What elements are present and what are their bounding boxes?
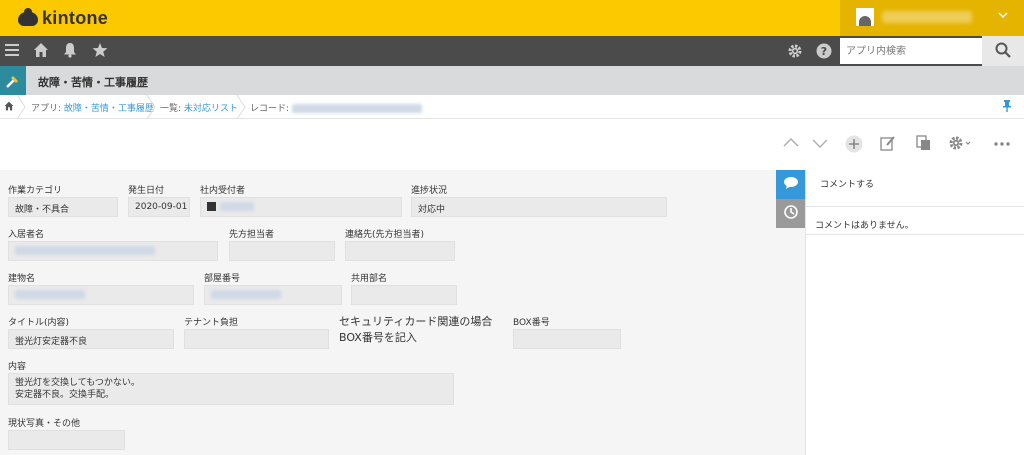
building-label: 建物名 [8,274,36,284]
breadcrumb-view-link[interactable]: 未対応リスト [184,104,238,114]
resident-label: 入居者名 [8,230,45,240]
content-label: 内容 [8,362,27,372]
room-number-blurred [211,290,281,299]
status-value: 対応中 [411,197,667,217]
logo-icon [18,7,38,26]
user-icon [207,202,216,211]
box-number-value [513,329,621,349]
breadcrumb-separator [16,95,26,119]
gear-icon[interactable] [787,43,803,63]
record-title-blurred [291,104,422,113]
chevron-up-icon[interactable] [783,135,799,155]
room-value [204,285,342,305]
building-value [8,285,194,305]
tenant-value [184,329,329,349]
menu-icon[interactable] [4,42,20,62]
app-title[interactable]: 故障・苦情・工事履歴 [38,74,148,90]
content-line1: 蛍光灯を交換してもつかない。 [15,378,140,388]
receiver-label: 社内受付者 [200,186,246,196]
breadcrumb-separator [236,95,246,119]
security-card-label-line1: セキュリティカード関連の場合 [339,315,493,328]
breadcrumb-app-prefix: アプリ: [31,104,62,114]
search-input[interactable] [840,38,982,64]
pin-icon[interactable] [1002,100,1012,115]
app-icon[interactable] [0,66,26,95]
comment-panel [805,170,1024,455]
copy-icon[interactable] [916,135,932,155]
settings-gear-icon[interactable] [948,135,972,155]
help-icon[interactable]: ? [816,43,832,63]
date-label: 発生日付 [128,186,165,196]
status-label: 進捗状況 [411,186,448,196]
category-label: 作業カテゴリ [8,186,63,196]
breadcrumb-app: アプリ: 故障・苦情・工事履歴 [31,101,154,114]
comment-icon [783,176,799,193]
shared-area-value [351,285,457,305]
kintone-logo[interactable]: kintone [18,7,109,29]
box-number-label: BOX番号 [513,318,550,328]
more-options-icon[interactable] [994,135,1010,155]
app-header [0,66,1024,95]
date-value: 2020-09-01 [128,197,190,217]
comment-divider [806,206,1024,207]
resident-value [8,241,218,261]
security-card-label-line2: BOX番号を記入 [339,331,417,344]
user-menu[interactable] [840,0,1024,36]
content-value: 蛍光灯を交換してもつかない。 安定器不良。交換手配。 [8,373,454,405]
photo-label: 現状写真・その他 [8,419,81,429]
receiver-value [200,197,402,217]
search-button[interactable] [982,36,1024,66]
contact-person-label: 先方担当者 [229,230,275,240]
receiver-name-blurred [220,202,254,211]
contact-label: 連絡先(先方担当者) [345,230,425,240]
room-label: 部屋番号 [204,274,241,284]
breadcrumb-home-icon[interactable] [4,101,14,114]
logo-text: kintone [42,8,109,28]
chevron-down-icon[interactable] [812,135,828,155]
breadcrumb-record-prefix: レコード: [250,104,290,114]
building-name-blurred [15,290,85,299]
breadcrumb-app-link[interactable]: 故障・苦情・工事履歴 [64,104,154,114]
history-tab[interactable] [776,199,805,228]
add-record-icon[interactable] [845,135,863,157]
chevron-down-icon [998,9,1008,23]
tenant-label: テナント負担 [184,318,239,328]
shared-area-label: 共用部名 [351,274,388,284]
avatar [856,8,874,26]
bell-icon[interactable] [62,42,78,62]
contact-value [345,241,455,261]
security-card-label: セキュリティカード関連の場合 BOX番号を記入 [339,314,492,346]
home-icon[interactable] [33,42,49,62]
no-comments-text: コメントはありません。 [815,221,914,231]
breadcrumb-view: 一覧: 未対応リスト [160,101,238,114]
breadcrumb-view-prefix: 一覧: [160,104,182,114]
post-comment-link[interactable]: コメントする [820,177,874,190]
resident-name-blurred [15,246,155,255]
search-icon [995,42,1011,61]
breadcrumb-record: レコード: [250,101,422,114]
record-toolbar [0,120,1024,170]
comment-divider [806,234,1024,235]
photo-value [8,430,125,450]
user-name-blurred [882,11,972,23]
contact-person-value [229,241,335,261]
svg-text:?: ? [821,45,827,58]
record-detail [0,170,805,455]
star-icon[interactable] [92,42,108,62]
history-icon [783,204,799,223]
edit-icon[interactable] [880,135,896,155]
category-value: 故障・不具合 [8,197,118,217]
comments-tab[interactable] [776,170,805,199]
breadcrumb-separator [146,95,156,119]
title-label: タイトル(内容) [8,318,70,328]
content-line2: 安定器不良。交換手配。 [15,390,115,400]
title-value: 蛍光灯安定器不良 [8,329,174,349]
